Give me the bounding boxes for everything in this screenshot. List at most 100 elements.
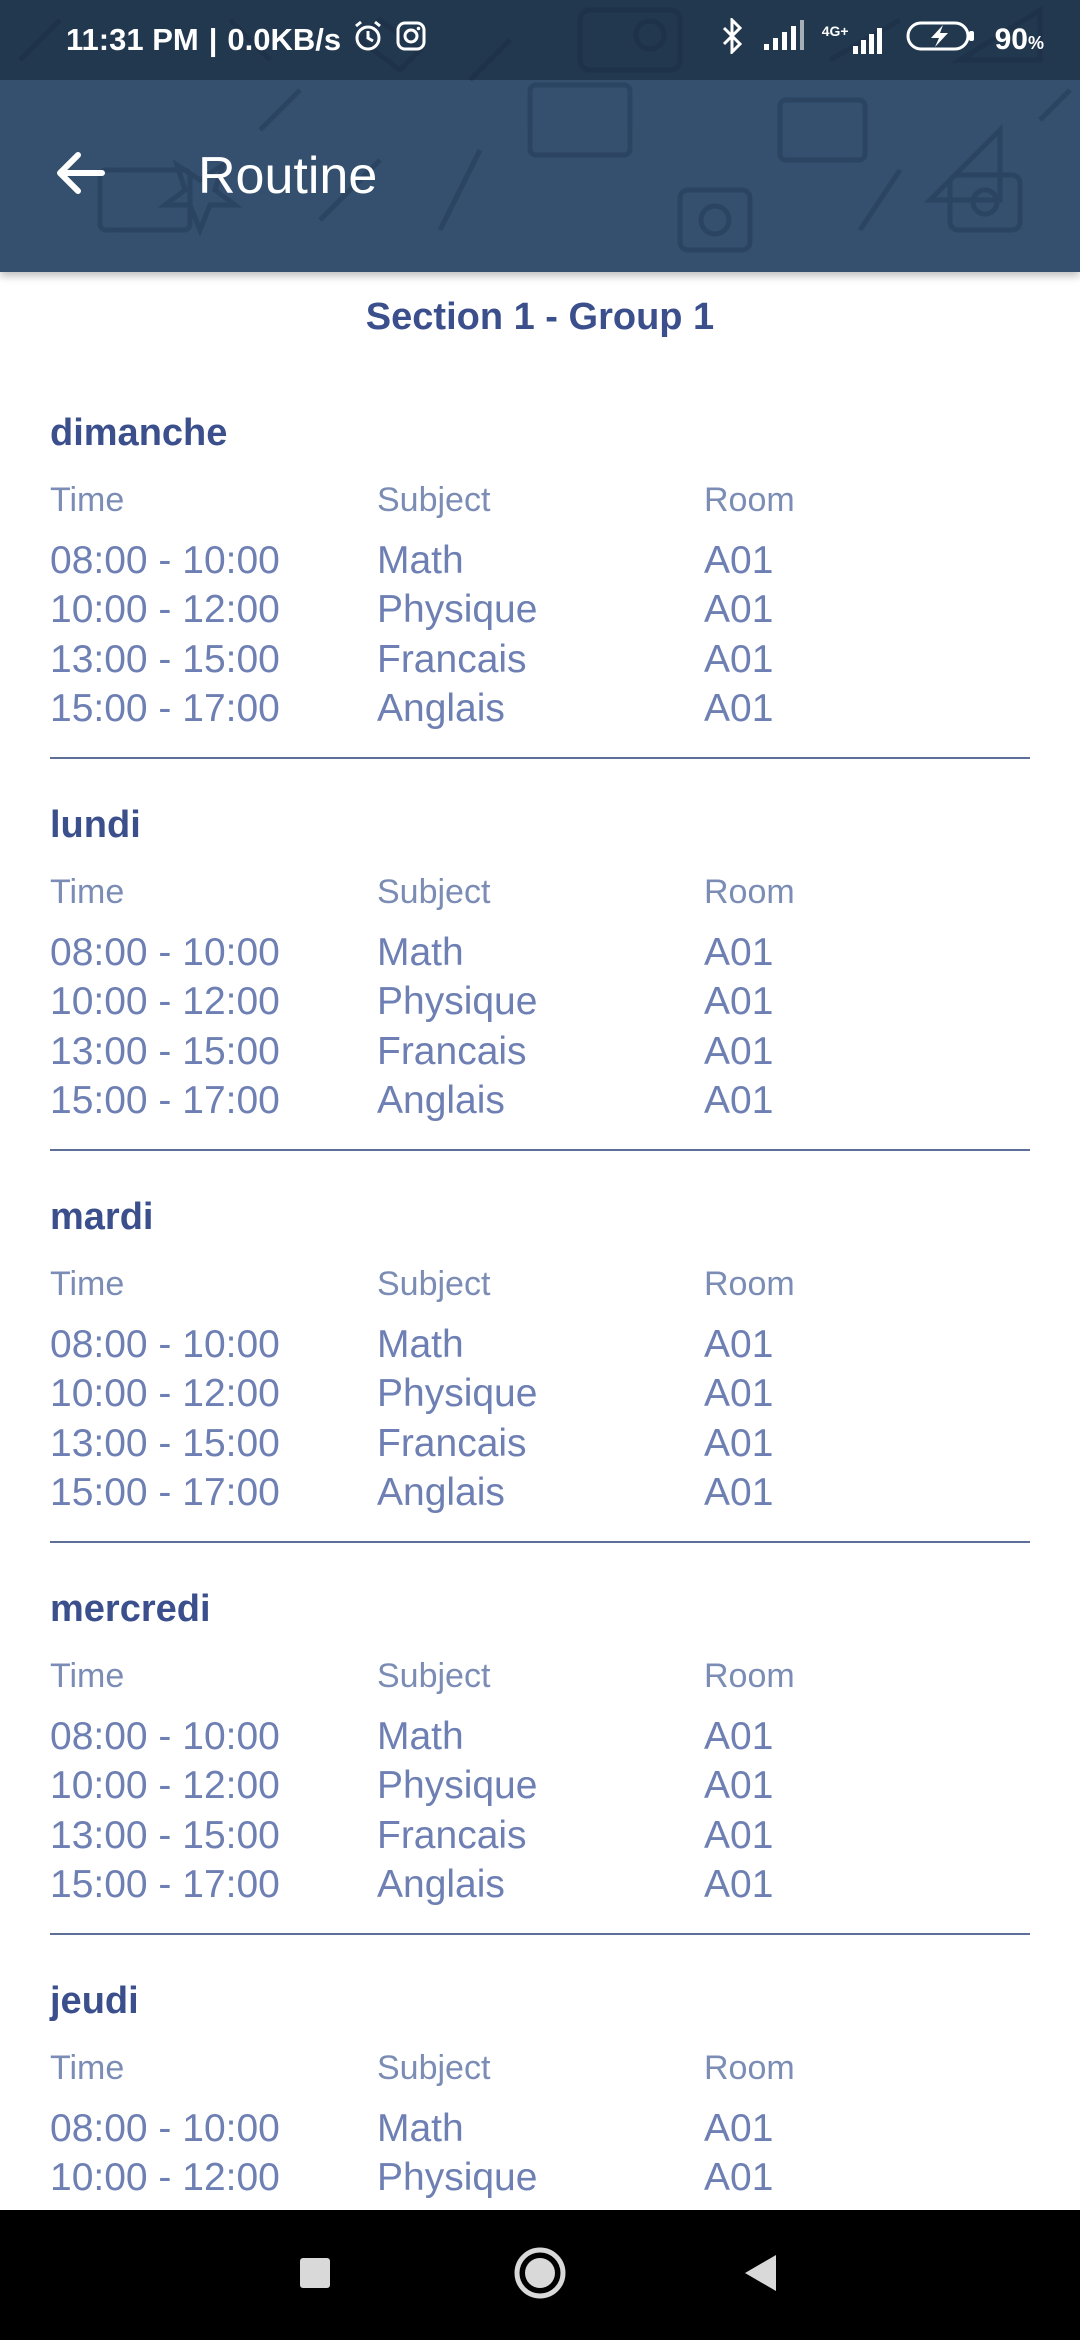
column-header-time: Time bbox=[50, 2049, 125, 2087]
day-block-mardi: mardi Time Subject Room 08:00 - 10:00 Ma… bbox=[50, 1196, 1030, 1588]
battery-level: 90% bbox=[995, 23, 1044, 57]
cell-subject: Francais bbox=[377, 1422, 527, 1465]
routine-screen: 11:31 PM | 0.0KB/s 4G+ 90% Routine Secti… bbox=[0, 0, 1080, 2340]
column-header-room: Room bbox=[704, 873, 795, 911]
status-time: 11:31 PM bbox=[66, 22, 199, 57]
cell-room: A01 bbox=[704, 1079, 774, 1122]
toolbar: Routine bbox=[0, 80, 1080, 272]
network-label: 4G+ bbox=[821, 23, 849, 39]
alarm-icon bbox=[351, 19, 385, 61]
cell-time: 08:00 - 10:00 bbox=[50, 2107, 280, 2150]
battery-charging-icon bbox=[905, 19, 977, 61]
day-divider bbox=[50, 757, 1030, 759]
column-header-room: Room bbox=[704, 1657, 795, 1695]
day-divider bbox=[50, 1933, 1030, 1935]
cell-room: A01 bbox=[704, 638, 774, 681]
signal-4g-icon: 4G+ bbox=[822, 24, 887, 56]
column-header-time: Time bbox=[50, 1265, 125, 1303]
cell-time: 15:00 - 17:00 bbox=[50, 1079, 280, 1122]
cell-room: A01 bbox=[704, 1422, 774, 1465]
page-title: Routine bbox=[198, 147, 378, 205]
routine-content[interactable]: Section 1 - Group 1 dimanche Time Subjec… bbox=[0, 272, 1080, 2210]
cell-time: 08:00 - 10:00 bbox=[50, 931, 280, 974]
recent-apps-icon bbox=[298, 2256, 332, 2295]
column-header-subject: Subject bbox=[377, 481, 491, 519]
cell-time: 08:00 - 10:00 bbox=[50, 1715, 280, 1758]
status-separator: | bbox=[208, 22, 218, 57]
app-header: 11:31 PM | 0.0KB/s 4G+ 90% Routine bbox=[0, 0, 1080, 272]
cell-room: A01 bbox=[704, 1814, 774, 1857]
cell-room: A01 bbox=[704, 1323, 774, 1366]
column-header-subject: Subject bbox=[377, 1657, 491, 1695]
cell-time: 08:00 - 10:00 bbox=[50, 1323, 280, 1366]
back-icon bbox=[742, 2253, 778, 2298]
day-divider bbox=[50, 1149, 1030, 1151]
cell-time: 10:00 - 12:00 bbox=[50, 1764, 280, 1807]
cell-room: A01 bbox=[704, 539, 774, 582]
cell-time: 13:00 - 15:00 bbox=[50, 1814, 280, 1857]
cell-room: A01 bbox=[704, 588, 774, 631]
cell-subject: Anglais bbox=[377, 1863, 505, 1906]
status-bar: 11:31 PM | 0.0KB/s 4G+ 90% bbox=[0, 0, 1080, 80]
cell-time: 13:00 - 15:00 bbox=[50, 1030, 280, 1073]
cell-subject: Math bbox=[377, 1323, 464, 1366]
back-button[interactable] bbox=[40, 135, 120, 215]
cell-room: A01 bbox=[704, 1863, 774, 1906]
cell-time: 13:00 - 15:00 bbox=[50, 1422, 280, 1465]
home-icon bbox=[513, 2246, 567, 2305]
battery-percent: 90 bbox=[994, 23, 1028, 56]
column-header-subject: Subject bbox=[377, 1265, 491, 1303]
cell-time: 15:00 - 17:00 bbox=[50, 1863, 280, 1906]
column-header-room: Room bbox=[704, 2049, 795, 2087]
cell-room: A01 bbox=[704, 1764, 774, 1807]
cell-subject: Francais bbox=[377, 638, 527, 681]
cell-time: 10:00 - 12:00 bbox=[50, 1372, 280, 1415]
day-divider bbox=[50, 1541, 1030, 1543]
signal-icon bbox=[762, 20, 804, 60]
home-button[interactable] bbox=[480, 2210, 600, 2340]
cell-time: 13:00 - 15:00 bbox=[50, 638, 280, 681]
cell-subject: Francais bbox=[377, 1814, 527, 1857]
cell-room: A01 bbox=[704, 687, 774, 730]
section-title: Section 1 - Group 1 bbox=[365, 296, 715, 338]
cell-subject: Physique bbox=[377, 2156, 538, 2199]
cell-room: A01 bbox=[704, 1471, 774, 1514]
status-left: 11:31 PM | 0.0KB/s bbox=[66, 0, 427, 80]
cell-room: A01 bbox=[704, 980, 774, 1023]
cell-room: A01 bbox=[704, 1715, 774, 1758]
cell-time: 08:00 - 10:00 bbox=[50, 539, 280, 582]
cell-subject: Francais bbox=[377, 1030, 527, 1073]
column-header-time: Time bbox=[50, 873, 125, 911]
column-header-time: Time bbox=[50, 1657, 125, 1695]
day-name: lundi bbox=[50, 804, 141, 846]
back-nav-button[interactable] bbox=[700, 2210, 820, 2340]
cell-room: A01 bbox=[704, 1030, 774, 1073]
cell-room: A01 bbox=[704, 1372, 774, 1415]
cell-time: 15:00 - 17:00 bbox=[50, 1471, 280, 1514]
cell-subject: Anglais bbox=[377, 1471, 505, 1514]
day-block-lundi: lundi Time Subject Room 08:00 - 10:00 Ma… bbox=[50, 804, 1030, 1196]
day-name: dimanche bbox=[50, 412, 228, 454]
cell-subject: Math bbox=[377, 931, 464, 974]
system-nav-bar bbox=[0, 2210, 1080, 2340]
instagram-icon bbox=[395, 20, 427, 60]
day-block-dimanche: dimanche Time Subject Room 08:00 - 10:00… bbox=[50, 412, 1030, 804]
cell-subject: Physique bbox=[377, 980, 538, 1023]
cell-subject: Physique bbox=[377, 1764, 538, 1807]
column-header-room: Room bbox=[704, 1265, 795, 1303]
cell-subject: Physique bbox=[377, 1372, 538, 1415]
recent-apps-button[interactable] bbox=[255, 2210, 375, 2340]
cell-room: A01 bbox=[704, 931, 774, 974]
cell-subject: Math bbox=[377, 1715, 464, 1758]
cell-time: 10:00 - 12:00 bbox=[50, 980, 280, 1023]
column-header-room: Room bbox=[704, 481, 795, 519]
status-speed: 0.0KB/s bbox=[227, 22, 342, 57]
day-name: jeudi bbox=[50, 1980, 139, 2022]
arrow-left-icon bbox=[54, 151, 106, 200]
day-name: mardi bbox=[50, 1196, 154, 1238]
cell-time: 15:00 - 17:00 bbox=[50, 687, 280, 730]
status-right: 4G+ 90% bbox=[720, 0, 1044, 80]
day-block-jeudi: jeudi Time Subject Room 08:00 - 10:00 Ma… bbox=[50, 1980, 1030, 2210]
cell-subject: Math bbox=[377, 539, 464, 582]
battery-unit: % bbox=[1027, 33, 1044, 53]
